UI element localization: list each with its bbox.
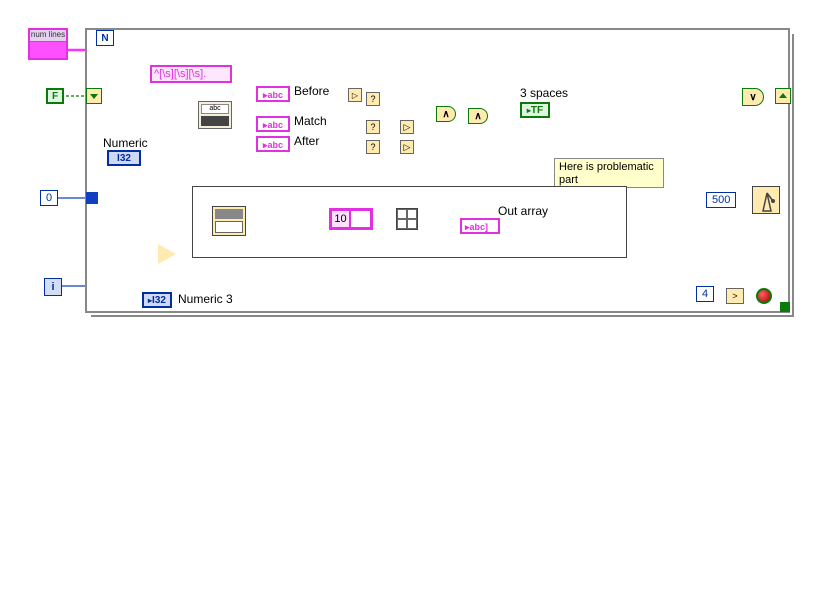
numlines-body — [30, 42, 66, 58]
empty-string-compare-1[interactable]: ▷ — [348, 88, 362, 102]
metronome-icon — [753, 187, 781, 215]
add-node[interactable] — [158, 244, 176, 264]
match-label: Match — [294, 114, 327, 128]
svg-text:▸abc]: ▸abc] — [464, 222, 488, 232]
false-constant[interactable]: F — [46, 88, 64, 104]
out-array-indicator[interactable]: ▸abc] — [460, 218, 500, 234]
three-spaces-label: 3 spaces — [520, 86, 568, 100]
svg-text:▸abc: ▸abc — [262, 140, 283, 150]
regex-pattern-constant[interactable]: ^[\s][\s][\s]. — [150, 65, 232, 83]
four-constant[interactable]: 4 — [696, 286, 714, 302]
wait-ms-function[interactable] — [752, 186, 780, 214]
before-label: Before — [294, 84, 329, 98]
numeric3-label: Numeric 3 — [178, 292, 233, 306]
numlines-control[interactable]: num lines — [28, 28, 68, 60]
numeric3-indicator[interactable]: ▸I32 — [142, 292, 172, 308]
tunnel-numeric-in — [86, 192, 98, 204]
zero-constant[interactable]: 0 — [40, 190, 58, 206]
not-node-2[interactable]: ▷ — [400, 120, 414, 134]
and-node-2[interactable]: ∧ — [468, 108, 488, 124]
n-terminal: N — [96, 30, 114, 46]
match-indicator[interactable]: ▸abc — [256, 116, 290, 132]
after-label: After — [294, 134, 319, 148]
string-length-value: 10 — [332, 211, 351, 227]
greater-than-node[interactable]: > — [726, 288, 744, 304]
annotation-comment[interactable]: Here is problematic part — [554, 158, 664, 188]
svg-text:▸abc: ▸abc — [262, 90, 283, 100]
before-indicator[interactable]: ▸abc — [256, 86, 290, 102]
compare-node-2[interactable]: ? — [366, 120, 380, 134]
not-node-3[interactable]: ▷ — [400, 140, 414, 154]
numeric-indicator[interactable]: I32 — [107, 150, 141, 166]
after-indicator[interactable]: ▸abc — [256, 136, 290, 152]
string-length-pad — [351, 211, 370, 227]
five-hundred-constant[interactable]: 500 — [706, 192, 736, 208]
shift-register-left[interactable] — [86, 88, 102, 104]
build-array-function[interactable] — [396, 208, 418, 230]
match-regex-function[interactable]: abc — [198, 101, 232, 129]
or-node[interactable]: ∨ — [742, 88, 764, 106]
compare-node-3[interactable]: ? — [366, 140, 380, 154]
out-array-label: Out array — [498, 204, 548, 218]
index-array-function[interactable] — [212, 206, 246, 236]
shift-register-right[interactable] — [775, 88, 791, 104]
string-length-constant[interactable]: 10 — [329, 208, 373, 230]
compare-node-1[interactable]: ? — [366, 92, 380, 106]
svg-text:▸abc: ▸abc — [262, 120, 283, 130]
and-node-1[interactable]: ∧ — [436, 106, 456, 122]
iteration-terminal: i — [44, 278, 62, 296]
numeric-label: Numeric — [103, 136, 148, 150]
loop-stop-terminal[interactable] — [756, 288, 772, 304]
numlines-label: num lines — [30, 30, 66, 42]
three-spaces-indicator[interactable]: ▸TF — [520, 102, 550, 118]
tunnel-bool-out — [780, 302, 790, 312]
